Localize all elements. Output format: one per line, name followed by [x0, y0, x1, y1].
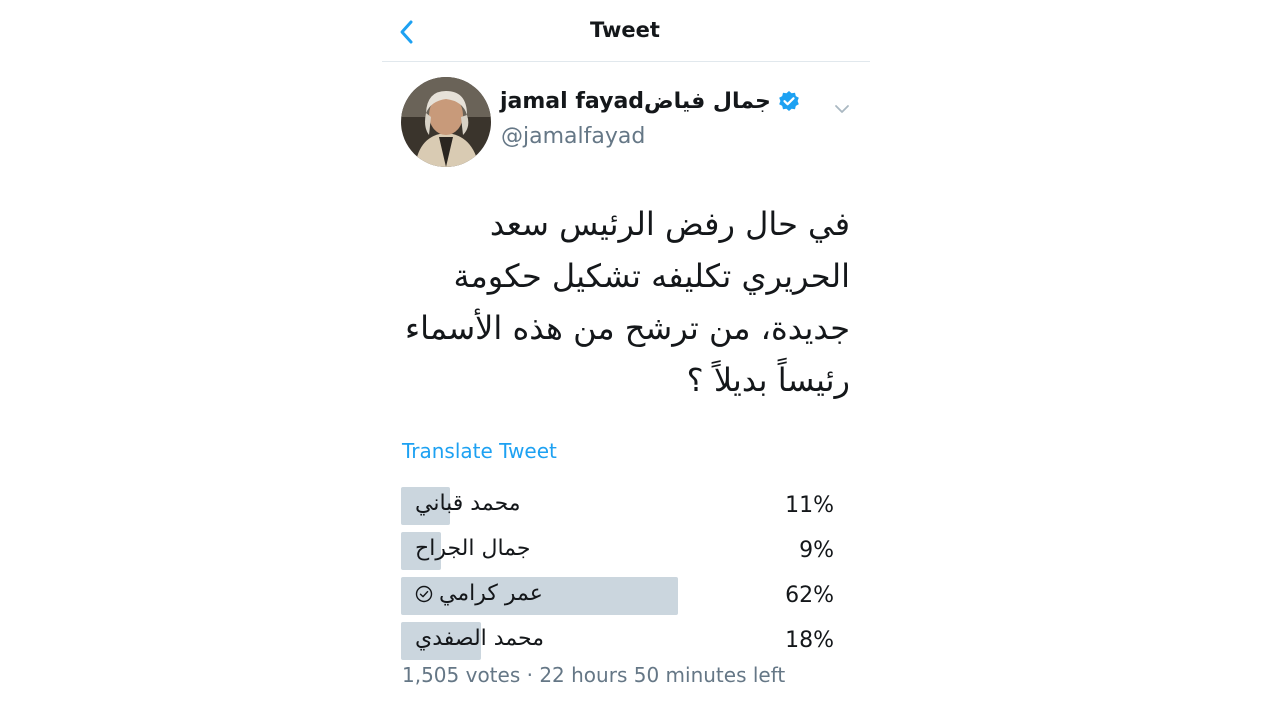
author-name-row: jamal fayadجمال فياض [500, 89, 801, 114]
poll-option-label: محمد الصفدي [415, 626, 545, 651]
poll-option-percent: 62% [785, 583, 834, 608]
poll-option: جمال الجراح 9% [401, 532, 834, 572]
tweet-text: في حال رفض الرئيس سعد الحريري تكليفه تشك… [380, 198, 850, 406]
poll-meta: 1,505 votes · 22 hours 50 minutes left [402, 663, 786, 687]
display-name[interactable]: jamal fayadجمال فياض [500, 89, 771, 114]
back-button[interactable] [390, 14, 424, 50]
poll-option-percent: 18% [785, 628, 834, 653]
tweet-text-line: رئيساً بديلاً ؟ [686, 361, 850, 399]
tweet-menu-button[interactable] [832, 99, 852, 119]
user-handle[interactable]: @jamalfayad [501, 124, 645, 149]
check-circle-icon [415, 585, 433, 602]
page-title: Tweet [590, 18, 660, 42]
poll-option-label: عمر كرامي [439, 581, 543, 606]
poll-option-percent: 9% [799, 538, 834, 563]
translate-tweet-link[interactable]: Translate Tweet [402, 439, 557, 463]
poll-option-label: جمال الجراح [415, 536, 531, 561]
poll-option-percent: 11% [785, 493, 834, 518]
poll-option: محمد قباني 11% [401, 487, 834, 527]
verified-badge-icon [779, 90, 799, 111]
poll-option: محمد الصفدي 18% [401, 622, 834, 662]
tweet-text-line: في حال رفض الرئيس سعد [489, 205, 850, 243]
tweet-text-line: الحريري تكليفه تشكيل حكومة [453, 257, 850, 295]
chevron-down-icon [835, 105, 849, 113]
poll-option-label: محمد قباني [415, 491, 521, 516]
chevron-left-icon [400, 20, 413, 44]
avatar[interactable] [401, 77, 491, 167]
poll-option-selected: عمر كرامي 62% [401, 577, 834, 617]
header-divider [382, 61, 870, 62]
tweet-text-line: جديدة، من ترشح من هذه الأسماء [405, 309, 850, 347]
